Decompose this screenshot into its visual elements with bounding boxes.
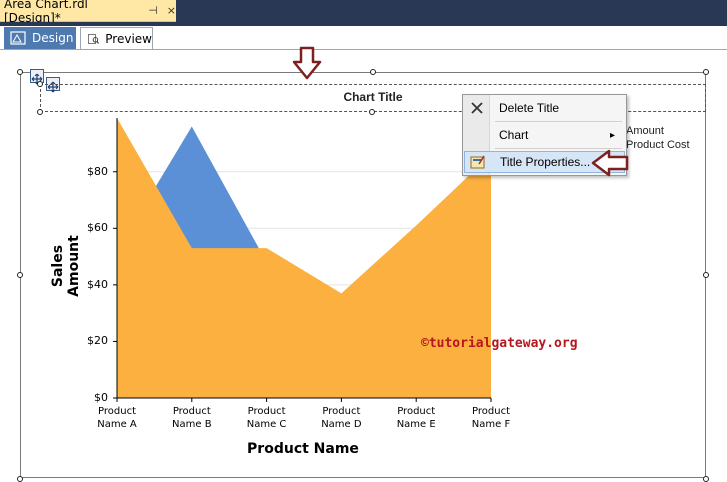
close-icon xyxy=(471,102,483,114)
menu-item-delete-title[interactable]: Delete Title xyxy=(464,97,625,119)
menu-item-label: Chart xyxy=(499,128,529,142)
menu-item-label: Delete Title xyxy=(499,101,560,115)
annotation-left-arrow-icon xyxy=(591,149,629,177)
x-tick-label: Product Name B xyxy=(172,406,212,430)
y-tick-label: $20 xyxy=(87,334,108,348)
y-tick-label: $0 xyxy=(94,391,108,404)
legend-item: Product Cost xyxy=(626,139,690,151)
menu-item-chart[interactable]: Chart ▸ xyxy=(464,124,625,146)
submenu-arrow-icon: ▸ xyxy=(609,129,615,141)
x-tick-label: Product Name F xyxy=(471,406,511,430)
x-tick-label: Product Name E xyxy=(396,406,436,430)
legend-partial: Amount Product Cost xyxy=(626,124,690,152)
legend-item: Amount xyxy=(626,125,664,137)
y-axis-title: Sales Amount xyxy=(50,235,82,297)
x-tick-label: Product Name C xyxy=(246,406,287,430)
watermark: ©tutorialgateway.org xyxy=(421,336,578,351)
menu-item-label: Title Properties... xyxy=(500,155,591,169)
x-axis-title: Product Name xyxy=(247,441,359,457)
x-tick-label: Product Name A xyxy=(97,406,137,430)
title-properties-icon xyxy=(470,155,485,169)
y-tick-label: $80 xyxy=(87,164,108,178)
x-tick-label: Product Name D xyxy=(321,406,362,430)
